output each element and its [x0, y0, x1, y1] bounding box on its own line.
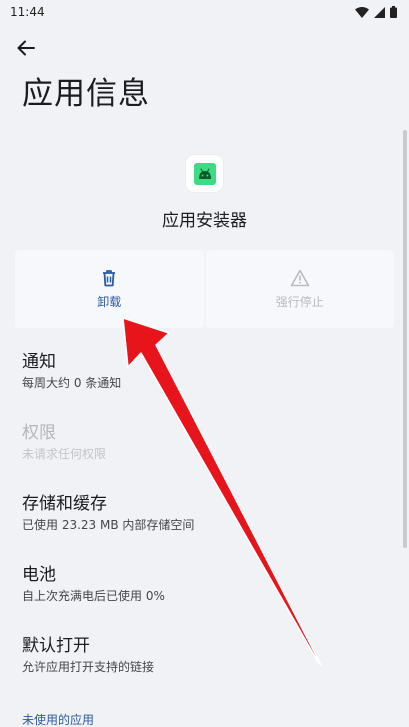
settings-list: 通知 每周大约 0 条通知 权限 未请求任何权限 存储和缓存 已使用 23.23… — [22, 350, 392, 705]
open-by-default-title: 默认打开 — [22, 636, 90, 656]
uninstall-label: 卸载 — [97, 294, 122, 309]
notifications-item[interactable]: 通知 每周大约 0 条通知 — [22, 350, 392, 421]
permissions-item[interactable]: 权限 未请求任何权限 — [22, 421, 392, 492]
unused-apps-section-header: 未使用的应用 — [22, 713, 95, 727]
force-stop-button[interactable]: 强行停止 — [205, 250, 394, 328]
uninstall-button[interactable]: 卸载 — [15, 250, 204, 328]
app-icon — [186, 155, 223, 192]
wifi-icon — [355, 6, 369, 18]
battery-title: 电池 — [22, 565, 56, 585]
signal-icon — [374, 6, 385, 18]
battery-subtitle: 自上次充满电后已使用 0% — [22, 589, 165, 603]
permissions-subtitle: 未请求任何权限 — [22, 447, 107, 461]
status-bar: 11:44 — [0, 0, 409, 24]
back-button[interactable] — [12, 34, 40, 62]
app-name: 应用安装器 — [162, 211, 247, 231]
warning-icon — [290, 269, 310, 286]
status-time: 11:44 — [10, 5, 45, 19]
page-title: 应用信息 — [22, 76, 150, 112]
scrollbar[interactable] — [403, 130, 407, 548]
action-row: 卸载 强行停止 — [15, 250, 394, 328]
notifications-subtitle: 每周大约 0 条通知 — [22, 376, 122, 390]
battery-icon — [390, 6, 397, 18]
force-stop-label: 强行停止 — [275, 294, 324, 309]
android-icon — [193, 162, 216, 185]
trash-icon — [103, 269, 116, 286]
battery-item[interactable]: 电池 自上次充满电后已使用 0% — [22, 563, 392, 634]
open-by-default-item[interactable]: 默认打开 允许应用打开支持的链接 — [22, 634, 392, 705]
arrow-left-icon — [17, 40, 35, 56]
open-by-default-subtitle: 允许应用打开支持的链接 — [22, 660, 155, 674]
notifications-title: 通知 — [22, 352, 56, 372]
storage-title: 存储和缓存 — [22, 494, 107, 514]
storage-item[interactable]: 存储和缓存 已使用 23.23 MB 内部存储空间 — [22, 492, 392, 563]
status-icons — [355, 6, 397, 18]
permissions-title: 权限 — [22, 423, 56, 443]
storage-subtitle: 已使用 23.23 MB 内部存储空间 — [22, 518, 195, 532]
